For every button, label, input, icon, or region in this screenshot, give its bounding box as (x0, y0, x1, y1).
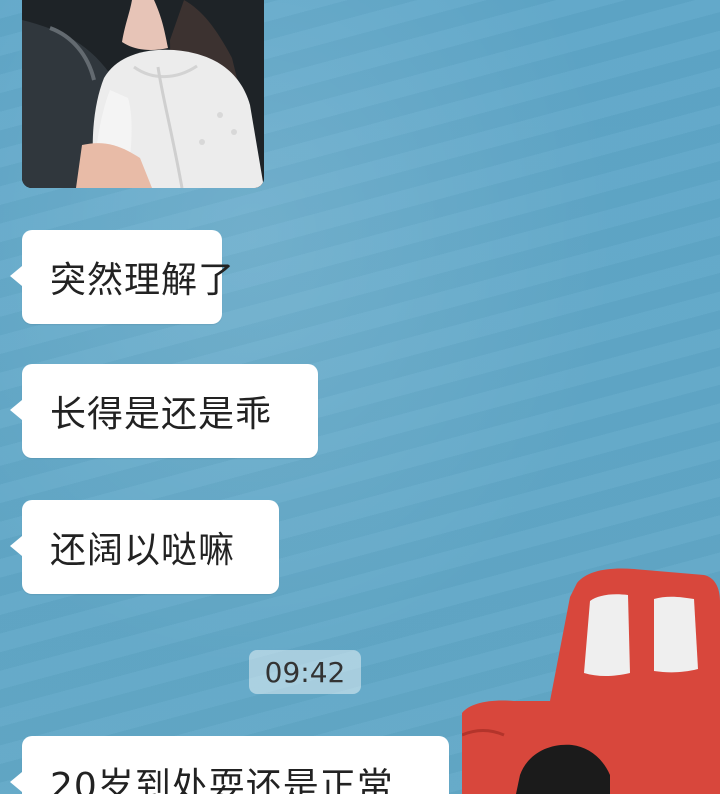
message-timestamp: 09:42 (249, 650, 361, 694)
chat-message-text: 突然理解了 (50, 260, 236, 301)
chat-message-text: 还阔以哒嘛 (50, 530, 236, 571)
chat-message-bubble[interactable]: 20岁到处耍还是正常 (10, 736, 449, 794)
photo-message[interactable] (22, 0, 264, 188)
timestamp-text: 09:42 (264, 655, 346, 689)
chat-message-text: 长得是还是乖 (50, 394, 273, 435)
chat-message-bubble[interactable]: 长得是还是乖 (10, 364, 318, 458)
photo-thumbnail (22, 0, 264, 188)
chat-message-bubble[interactable]: 还阔以哒嘛 (10, 500, 279, 594)
chat-message-bubble[interactable]: 突然理解了 (10, 230, 234, 324)
chat-message-text: 20岁到处耍还是正常 (50, 766, 394, 794)
